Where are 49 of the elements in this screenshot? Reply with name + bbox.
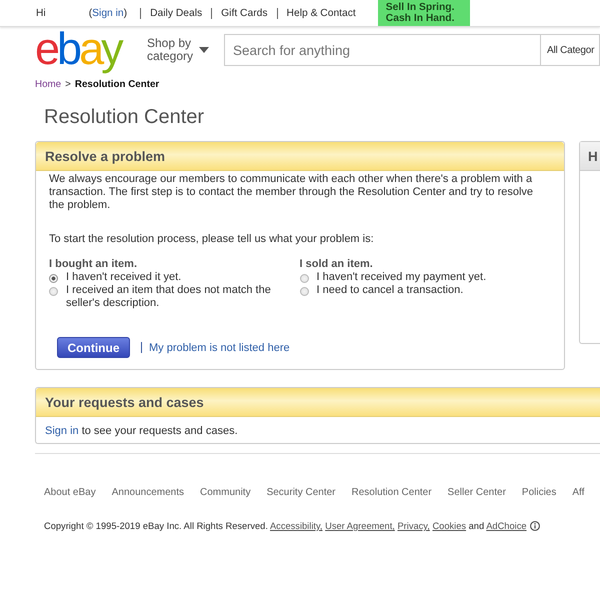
shop-by-category-button[interactable]: Shop by category — [147, 37, 209, 63]
legal-link[interactable]: Privacy, — [397, 521, 430, 531]
side-panel-title: H — [588, 148, 598, 164]
continue-button[interactable]: Continue — [57, 337, 130, 358]
info-icon[interactable] — [530, 521, 540, 531]
option-label[interactable]: I haven't received my payment yet. — [316, 271, 530, 284]
promo-banner[interactable]: Sell In Spring. Cash In Hand. — [378, 0, 470, 26]
search-field[interactable]: Search for anything — [224, 34, 541, 66]
category-dropdown[interactable]: All Categor — [541, 34, 600, 66]
group-heading: I sold an item. — [300, 258, 374, 271]
legal-link[interactable]: User Agreement, — [325, 521, 395, 531]
copyright-notice: Copyright © 1995-2019 eBay Inc. All Rights Reserved. Accessibility, User Agreement, Privacy, Cookies and AdChoice — [44, 521, 527, 531]
radio-button[interactable] — [300, 274, 308, 283]
sign-in-link[interactable]: Sign in — [45, 425, 79, 437]
page-title: Resolution Center — [44, 105, 204, 130]
sign-in-message: Sign in to see your requests and cases. — [44, 424, 239, 439]
footer-link[interactable]: Announcements — [112, 487, 184, 498]
option-label[interactable]: I need to cancel a transaction. — [316, 284, 530, 297]
greeting-text: Hi — [36, 8, 46, 18]
top-nav-link[interactable]: Help & Contact — [286, 8, 356, 18]
legal-link[interactable]: Accessibility, — [270, 521, 323, 531]
footer-link[interactable]: Resolution Center — [352, 487, 432, 498]
breadcrumb-separator: > — [65, 79, 71, 90]
sign-in-link[interactable]: (Sign in) — [88, 8, 128, 18]
problem-not-listed-link[interactable]: My problem is not listed here — [149, 342, 290, 354]
breadcrumb-link[interactable]: Home — [35, 79, 62, 90]
footer-link[interactable]: Aff — [572, 487, 584, 498]
radio-button[interactable] — [49, 287, 58, 296]
footer-link[interactable]: About eBay — [44, 487, 96, 498]
footer-link[interactable]: Security Center — [266, 487, 336, 498]
radio-button[interactable] — [49, 274, 58, 283]
intro-paragraph: We always encourage our members to communicate with each other when there's a problem with a transaction. The first step is to contact the member through the Resolution Center and try to resolve the problem. — [49, 173, 534, 212]
prompt-text: To start the resolution process, please tell us what your problem is: — [49, 233, 375, 246]
panel-title: Resolve a problem — [45, 148, 166, 164]
caret-icon — [199, 47, 209, 53]
footer-link[interactable]: Community — [200, 487, 251, 498]
legal-link[interactable]: Cookies — [432, 521, 466, 531]
top-nav-link[interactable]: Gift Cards — [221, 8, 268, 18]
footer-link[interactable]: Seller Center — [448, 487, 506, 498]
option-label[interactable]: I haven't received it yet. — [66, 271, 280, 284]
group-heading: I bought an item. — [49, 258, 138, 271]
footer-link[interactable]: Policies — [522, 487, 556, 498]
top-nav-link[interactable]: Daily Deals — [150, 8, 202, 18]
breadcrumb-current: Resolution Center — [74, 79, 160, 90]
option-label[interactable]: I received an item that does not match the seller's description. — [66, 284, 280, 310]
radio-button[interactable] — [300, 287, 308, 296]
legal-link[interactable]: AdChoice — [486, 521, 527, 531]
panel-title: Your requests and cases — [45, 394, 204, 410]
site-logo[interactable]: ebay — [35, 29, 135, 71]
